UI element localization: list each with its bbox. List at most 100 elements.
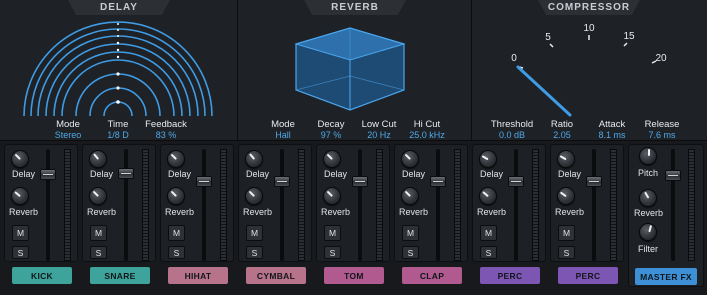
delay-send-label: Delay bbox=[480, 169, 504, 179]
level-meter bbox=[454, 149, 461, 261]
delay-visualizer bbox=[23, 21, 213, 117]
reverb-hicut-param[interactable]: Hi Cut 25.0 kHz bbox=[397, 119, 457, 140]
reverb-send-label: Reverb bbox=[9, 207, 39, 217]
delay-send-knob[interactable] bbox=[245, 150, 263, 168]
mute-button[interactable]: M bbox=[402, 225, 419, 241]
delay-send-knob[interactable] bbox=[323, 150, 341, 168]
delay-send-label: Delay bbox=[402, 169, 426, 179]
channel-name-button[interactable]: HIHAT bbox=[168, 267, 228, 284]
reverb-room-visualizer bbox=[294, 27, 406, 111]
reverb-send-knob[interactable] bbox=[245, 187, 263, 205]
ratio-scale-5: 5 bbox=[545, 32, 551, 43]
reverb-send-knob[interactable] bbox=[401, 187, 419, 205]
mute-button[interactable]: M bbox=[168, 225, 185, 241]
delay-send-knob[interactable] bbox=[401, 150, 419, 168]
level-meter bbox=[376, 149, 383, 261]
volume-fader-handle[interactable] bbox=[274, 176, 290, 187]
reverb-send-knob[interactable] bbox=[89, 187, 107, 205]
reverb-send-knob[interactable] bbox=[323, 187, 341, 205]
solo-button[interactable]: S bbox=[90, 246, 107, 259]
reverb-hicut-label: Hi Cut bbox=[413, 119, 441, 130]
ratio-meter: 0 5 10 15 20 bbox=[511, 23, 667, 117]
delay-send-knob[interactable] bbox=[167, 150, 185, 168]
volume-fader-handle[interactable] bbox=[352, 176, 368, 187]
volume-fader-track[interactable] bbox=[592, 149, 596, 261]
reverb-send-knob[interactable] bbox=[557, 187, 575, 205]
channel-strip: Delay Reverb M S KICK bbox=[2, 141, 78, 295]
delay-send-label: Delay bbox=[90, 169, 114, 179]
channel-name-button[interactable]: CLAP bbox=[402, 267, 462, 284]
mute-button[interactable]: M bbox=[324, 225, 341, 241]
channel-strip: Delay Reverb M S CLAP bbox=[392, 141, 468, 295]
mute-button[interactable]: M bbox=[480, 225, 497, 241]
volume-fader-handle[interactable] bbox=[508, 176, 524, 187]
channel-strip: Delay Reverb M S TOM bbox=[314, 141, 390, 295]
master-filter-knob[interactable] bbox=[639, 223, 657, 241]
master-fx-button[interactable]: MASTER FX bbox=[635, 268, 697, 285]
master-fader-track[interactable] bbox=[671, 149, 675, 261]
solo-button[interactable]: S bbox=[12, 246, 29, 259]
channel-name-button[interactable]: TOM bbox=[324, 267, 384, 284]
solo-button[interactable]: S bbox=[558, 246, 575, 259]
solo-button[interactable]: S bbox=[324, 246, 341, 259]
channel-strip: Delay Reverb M S CYMBAL bbox=[236, 141, 312, 295]
reverb-send-knob[interactable] bbox=[479, 187, 497, 205]
delay-send-knob[interactable] bbox=[479, 150, 497, 168]
reverb-send-label: Reverb bbox=[321, 207, 351, 217]
volume-fader-handle[interactable] bbox=[586, 176, 602, 187]
volume-fader-track[interactable] bbox=[358, 149, 362, 261]
solo-button[interactable]: S bbox=[480, 246, 497, 259]
volume-fader-handle[interactable] bbox=[118, 168, 134, 179]
volume-fader-handle[interactable] bbox=[430, 176, 446, 187]
reverb-send-label: Reverb bbox=[477, 207, 507, 217]
level-meter bbox=[610, 149, 617, 261]
solo-button[interactable]: S bbox=[246, 246, 263, 259]
delay-send-knob[interactable] bbox=[557, 150, 575, 168]
delay-send-knob[interactable] bbox=[89, 150, 107, 168]
master-pitch-knob[interactable] bbox=[639, 147, 657, 165]
ratio-scale-0: 0 bbox=[511, 53, 517, 64]
ratio-needle bbox=[516, 65, 572, 117]
delay-panel: DELAY Mode Stereo Time 1/8 D Feedback 83… bbox=[0, 0, 237, 141]
channel-name-button[interactable]: CYMBAL bbox=[246, 267, 306, 284]
reverb-send-label: Reverb bbox=[555, 207, 585, 217]
master-reverb-knob[interactable] bbox=[639, 189, 657, 207]
reverb-send-knob[interactable] bbox=[11, 187, 29, 205]
channel-strip: Delay Reverb M S PERC bbox=[548, 141, 624, 295]
delay-send-knob[interactable] bbox=[11, 150, 29, 168]
volume-fader-handle[interactable] bbox=[40, 169, 56, 180]
mute-button[interactable]: M bbox=[558, 225, 575, 241]
mute-button[interactable]: M bbox=[90, 225, 107, 241]
reverb-send-label: Reverb bbox=[87, 207, 117, 217]
mute-button[interactable]: M bbox=[12, 225, 29, 241]
reverb-panel: REVERB Mode Hall Decay 97 % Low Cut 20 H… bbox=[238, 0, 471, 141]
volume-fader-track[interactable] bbox=[124, 149, 128, 261]
channel-strip: Delay Reverb M S SNARE bbox=[80, 141, 156, 295]
volume-fader-track[interactable] bbox=[280, 149, 284, 261]
volume-fader-track[interactable] bbox=[46, 149, 50, 261]
volume-fader-handle[interactable] bbox=[196, 176, 212, 187]
volume-fader-track[interactable] bbox=[436, 149, 440, 261]
level-meter bbox=[220, 149, 227, 261]
channel-name-button[interactable]: PERC bbox=[480, 267, 540, 284]
release-value: 7.6 ms bbox=[648, 130, 676, 140]
channel-name-button[interactable]: SNARE bbox=[90, 267, 150, 284]
delay-feedback-label: Feedback bbox=[145, 119, 187, 130]
volume-fader-track[interactable] bbox=[514, 149, 518, 261]
solo-button[interactable]: S bbox=[402, 246, 419, 259]
master-reverb-label: Reverb bbox=[634, 208, 664, 218]
delay-feedback-param[interactable]: Feedback 83 % bbox=[136, 119, 196, 140]
mixer-section: Delay Reverb M S KICK Delay Reverb M S S… bbox=[0, 141, 707, 295]
master-pitch-label: Pitch bbox=[638, 168, 659, 178]
master-fader-handle[interactable] bbox=[665, 170, 681, 181]
mute-button[interactable]: M bbox=[246, 225, 263, 241]
channel-name-button[interactable]: PERC bbox=[558, 267, 618, 284]
delay-feedback-value: 83 % bbox=[155, 130, 177, 140]
delay-send-label: Delay bbox=[558, 169, 582, 179]
channel-name-button[interactable]: KICK bbox=[12, 267, 72, 284]
reverb-title: REVERB bbox=[304, 0, 406, 15]
release-param[interactable]: Release 7.6 ms bbox=[632, 119, 692, 140]
volume-fader-track[interactable] bbox=[202, 149, 206, 261]
solo-button[interactable]: S bbox=[168, 246, 185, 259]
reverb-send-knob[interactable] bbox=[167, 187, 185, 205]
